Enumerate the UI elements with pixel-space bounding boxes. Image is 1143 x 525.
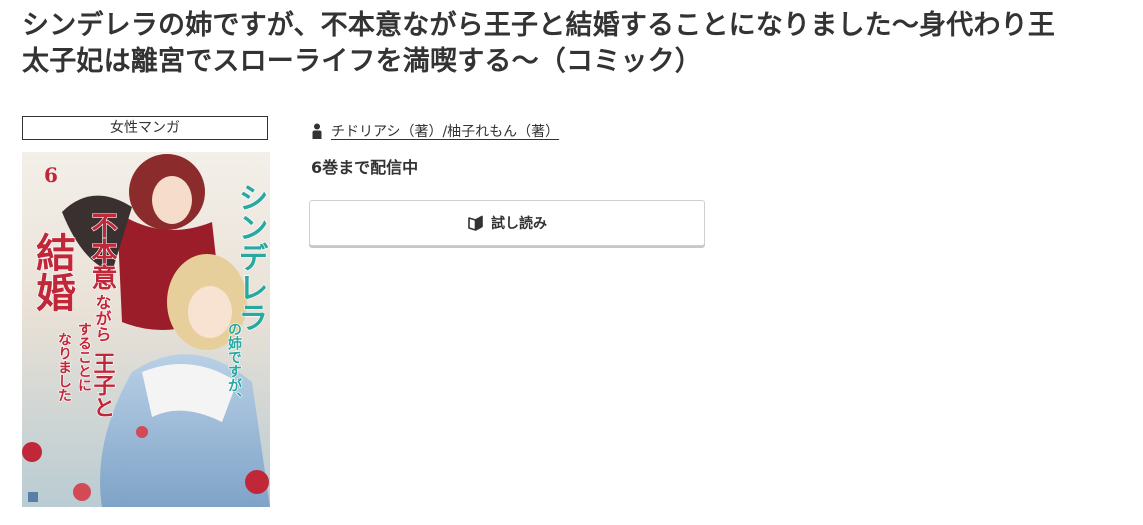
person-icon [311, 123, 323, 139]
cover-title-line-7: することに [76, 322, 92, 392]
trial-read-label: 試し読み [491, 216, 547, 232]
author-link[interactable]: チドリアシ（著）/柚子れもん（著） [331, 121, 559, 141]
cover-title-line-6: 結婚 [29, 232, 76, 312]
distribution-status: 6巻まで配信中 [311, 158, 419, 177]
trial-read-button[interactable]: 試し読み [309, 200, 705, 246]
cover-art: 6 シンデレラ の姉ですが、 不本意 ながら 王子と 結婚 することに なりまし… [22, 152, 270, 507]
open-book-icon [467, 215, 485, 231]
cover-title-line-8: なりました [56, 332, 72, 402]
cover-title-line-1: シンデレラ [233, 182, 268, 332]
genre-badge[interactable]: 女性マンガ [22, 116, 268, 140]
cover-title-line-4: ながら [93, 294, 112, 342]
cover-title-line-5: 王子と [90, 352, 116, 418]
cover-title-line-2: の姉ですが、 [226, 322, 242, 406]
publisher-logo [28, 492, 38, 502]
cover-title-line-3: 不本意 [87, 212, 117, 290]
book-cover-image[interactable]: 6 シンデレラ の姉ですが、 不本意 ながら 王子と 結婚 することに なりまし… [22, 152, 270, 507]
author-row: チドリアシ（著）/柚子れもん（著） [311, 120, 559, 142]
page-title: シンデレラの姉ですが、不本意ながら王子と結婚することになりました〜身代わり王太子… [22, 10, 1056, 77]
page: シンデレラの姉ですが、不本意ながら王子と結婚することになりました〜身代わり王太子… [0, 0, 1143, 525]
cover-volume-number: 6 [44, 163, 58, 187]
